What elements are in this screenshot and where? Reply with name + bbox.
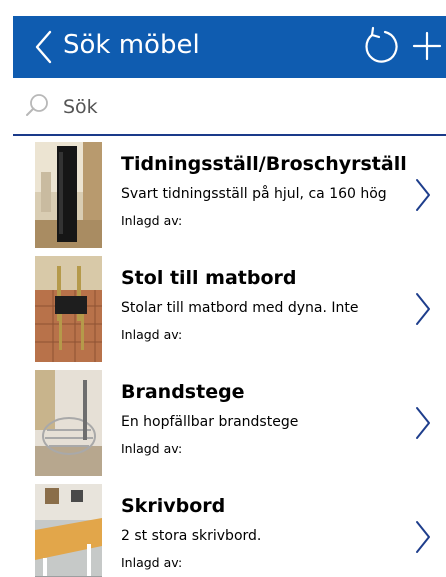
item-title: Brandstege <box>121 381 245 403</box>
chevron-right-icon[interactable] <box>413 291 433 327</box>
refresh-icon <box>365 26 398 63</box>
item-title: Tidningsställ/Broschyrställ <box>121 153 407 175</box>
add-button[interactable] <box>412 28 442 64</box>
chevron-right-icon[interactable] <box>413 519 433 555</box>
item-thumbnail <box>35 142 102 248</box>
search-bar <box>13 82 446 134</box>
page-title: Sök möbel <box>63 30 200 60</box>
item-added-by: Inlagd av: <box>121 441 183 456</box>
item-title: Stol till matbord <box>121 267 297 289</box>
list-item[interactable]: Stol till matbord Stolar till matbord me… <box>0 250 446 364</box>
item-title: Skrivbord <box>121 495 226 517</box>
search-input[interactable] <box>63 90 433 124</box>
list-item[interactable]: Brandstege En hopfällbar brandstege Inla… <box>0 364 446 478</box>
item-thumbnail <box>35 256 102 362</box>
chevron-left-icon <box>35 30 52 64</box>
chevron-right-icon[interactable] <box>413 405 433 441</box>
list-item[interactable]: Skrivbord 2 st stora skrivbord. Inlagd a… <box>0 478 446 577</box>
status-strip <box>0 0 446 16</box>
item-description: Stolar till matbord med dyna. Inte <box>121 300 359 316</box>
chevron-right-icon[interactable] <box>413 177 433 213</box>
item-added-by: Inlagd av: <box>121 327 183 342</box>
plus-icon <box>412 31 442 61</box>
item-description: En hopfällbar brandstege <box>121 414 299 430</box>
list-item[interactable]: Tidningsställ/Broschyrställ Svart tidnin… <box>0 136 446 250</box>
item-thumbnail <box>35 370 102 476</box>
item-description: Svart tidningsställ på hjul, ca 160 hög <box>121 186 387 202</box>
item-thumbnail <box>35 484 102 577</box>
search-icon <box>26 94 48 116</box>
item-added-by: Inlagd av: <box>121 555 183 570</box>
back-button[interactable] <box>33 29 55 65</box>
item-description: 2 st stora skrivbord. <box>121 528 262 544</box>
refresh-button[interactable] <box>360 26 400 66</box>
item-added-by: Inlagd av: <box>121 213 183 228</box>
app-header: Sök möbel <box>13 16 446 78</box>
